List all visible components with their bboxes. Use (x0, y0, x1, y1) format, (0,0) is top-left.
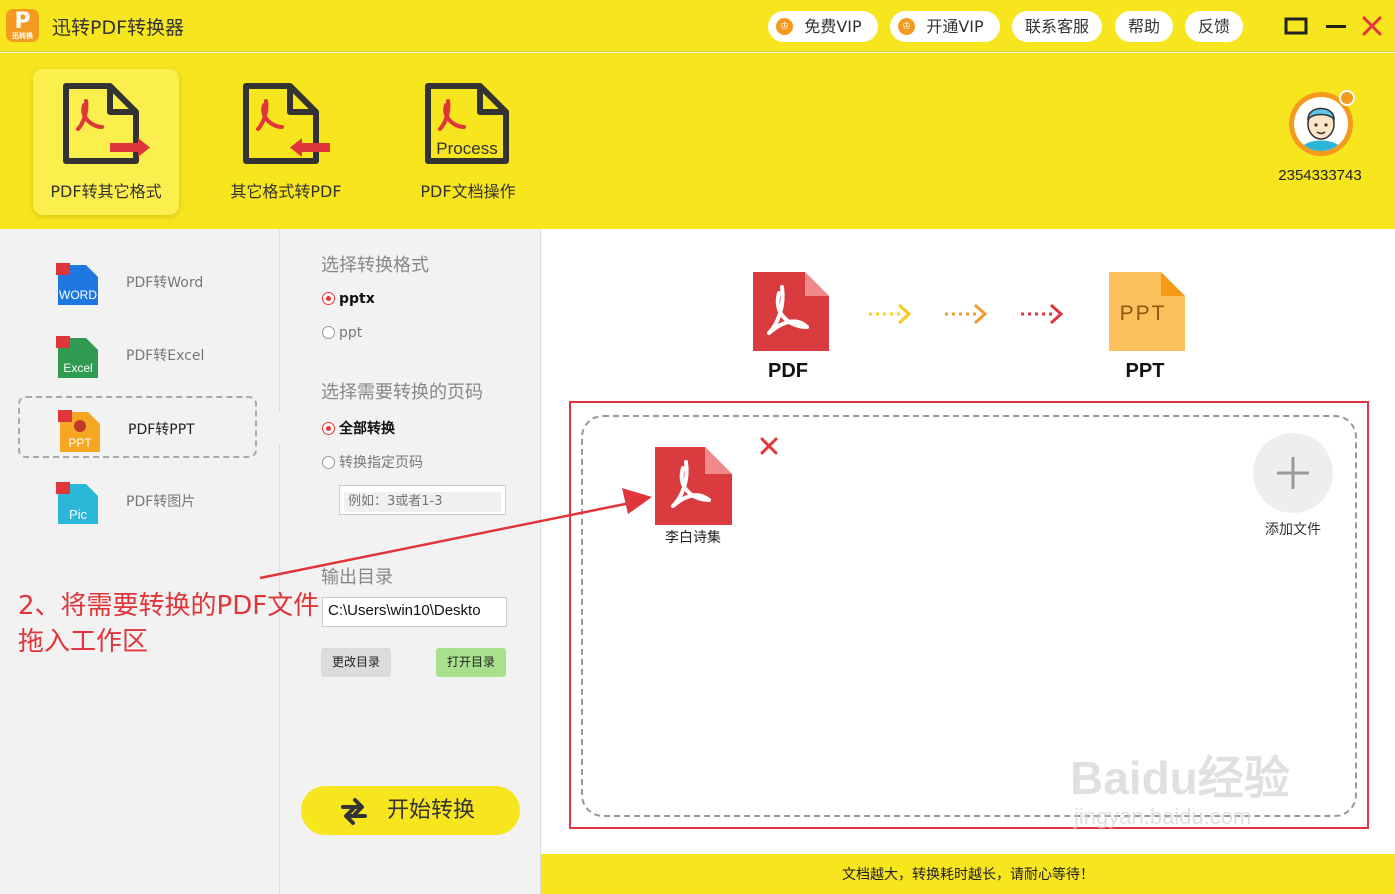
annotation-line: 2、将需要转换的PDF文件 (18, 591, 320, 621)
tool-pdf-operations[interactable]: Process PDF文档操作 (395, 69, 541, 215)
excel-icon-text: Excel (63, 361, 92, 375)
sidebar-item-label: PDF转图片 (126, 494, 196, 510)
app-title: 迅转PDF转换器 (52, 17, 185, 39)
watermark-brand: Baidu经验 (1070, 752, 1290, 804)
pages-heading: 选择需要转换的页码 (321, 382, 483, 403)
open-vip-button[interactable]: ♔ 开通VIP (890, 11, 1000, 42)
crown-icon: ♔ (776, 18, 793, 35)
title-bar: P 迅转换 迅转PDF转换器 ♔ 免费VIP ♔ 开通VIP 联系客服 帮助 反… (0, 0, 1395, 52)
tool-label: PDF转其它格式 (50, 182, 162, 201)
add-file-label: 添加文件 (1265, 522, 1321, 538)
page-radio-custom[interactable]: 转换指定页码 (322, 452, 423, 472)
open-dir-button[interactable]: 打开目录 (436, 648, 506, 677)
sidebar-item-excel[interactable]: Excel PDF转Excel (18, 324, 257, 386)
radio-icon (322, 326, 335, 339)
sidebar-item-word[interactable]: WORD PDF转Word (18, 251, 257, 313)
sidebar-item-ppt[interactable]: PPT PDF转PPT (18, 396, 257, 458)
convert-arrows-icon (341, 798, 367, 825)
pdf-import-icon (243, 83, 330, 164)
flow-arrows-icon (869, 303, 1064, 325)
support-button[interactable]: 联系客服 (1012, 11, 1102, 42)
minimize-icon[interactable] (1322, 12, 1350, 40)
watermark-url: jingyan.baidu.com (1074, 804, 1252, 829)
maximize-icon[interactable] (1282, 12, 1310, 40)
radio-checked-icon (322, 422, 335, 435)
file-name: 李白诗集 (665, 530, 721, 546)
tool-label: 其它格式转PDF (230, 182, 342, 201)
annotation-text: 2、将需要转换的PDF文件 拖入工作区 (18, 588, 319, 660)
tool-label: PDF文档操作 (420, 182, 516, 201)
pdf-large-icon (753, 272, 829, 351)
format-label: pptx (339, 291, 375, 307)
plus-icon (1277, 457, 1309, 489)
ppt-large-icon: PPT (1109, 272, 1185, 351)
open-vip-label: 开通VIP (926, 17, 984, 36)
pic-icon-text: Pic (69, 507, 88, 522)
watermark: Baidu经验 jingyan.baidu.com (1070, 742, 1290, 830)
format-label: ppt (339, 325, 363, 341)
word-file-icon: WORD (56, 263, 98, 305)
close-icon[interactable] (1358, 12, 1386, 40)
vip-badge-icon (1339, 90, 1355, 106)
help-button[interactable]: 帮助 (1115, 11, 1173, 42)
sidebar-item-label: PDF转Excel (126, 348, 205, 364)
feedback-button[interactable]: 反馈 (1185, 11, 1243, 42)
to-format-label: PPT (1125, 360, 1165, 382)
word-icon-text: WORD (59, 288, 97, 302)
page-range-input[interactable] (344, 491, 501, 512)
pdf-export-icon (63, 83, 150, 164)
avatar[interactable] (1289, 90, 1355, 156)
excel-file-icon: Excel (56, 336, 98, 378)
ppt-icon-text: PPT (68, 436, 92, 450)
app-logo-icon: P 迅转换 (6, 9, 39, 42)
app-logo-sub: 迅转换 (12, 32, 33, 40)
free-vip-label: 免费VIP (804, 17, 862, 36)
free-vip-button[interactable]: ♔ 免费VIP (768, 11, 878, 42)
start-convert-label: 开始转换 (387, 798, 476, 823)
image-file-icon: Pic (56, 482, 98, 524)
user-id: 2354333743 (1278, 167, 1362, 184)
ppt-large-icon-text: PPT (1120, 302, 1167, 325)
add-file-button[interactable] (1253, 433, 1333, 513)
format-heading: 选择转换格式 (321, 255, 429, 276)
options-panel: 选择转换格式 pptx ppt 选择需要转换的页码 全部转换 转换指定页码 输出… (280, 229, 541, 894)
avatar-face-icon (1294, 97, 1348, 151)
pdf-process-icon: Process (425, 83, 509, 164)
sidebar-item-label: PDF转Word (126, 275, 204, 291)
page-mode-label: 转换指定页码 (339, 455, 423, 471)
app-logo-letter: P (14, 9, 31, 34)
page-mode-label: 全部转换 (339, 421, 395, 437)
annotation-line: 拖入工作区 (18, 627, 149, 657)
sidebar: WORD PDF转Word Excel PDF转Excel PPT PDF转PP… (0, 229, 280, 894)
change-dir-button[interactable]: 更改目录 (321, 648, 391, 677)
format-radio-pptx[interactable]: pptx (322, 291, 375, 307)
tool-other-to-pdf[interactable]: 其它格式转PDF (213, 69, 359, 215)
sidebar-item-label: PDF转PPT (128, 422, 195, 438)
output-path-input[interactable]: C:\Users\win10\Deskto (322, 597, 507, 627)
sidebar-item-image[interactable]: Pic PDF转图片 (18, 470, 257, 532)
radio-checked-icon (322, 292, 335, 305)
start-convert-button[interactable]: 开始转换 (301, 786, 520, 835)
tool-pdf-to-other[interactable]: PDF转其它格式 (33, 69, 179, 215)
crown-icon: ♔ (898, 18, 915, 35)
process-icon-text: Process (436, 139, 497, 158)
from-format-label: PDF (768, 360, 808, 382)
page-range-field (339, 485, 506, 515)
output-heading: 输出目录 (321, 567, 393, 588)
main-toolbar: PDF转其它格式 其它格式转PDF Process PDF文档操作 235433… (0, 53, 1395, 229)
page-radio-all[interactable]: 全部转换 (322, 418, 395, 438)
format-radio-ppt[interactable]: ppt (322, 325, 362, 341)
status-bar: 文档越大，转换耗时越长，请耐心等待！ (541, 854, 1395, 894)
remove-file-icon[interactable] (759, 436, 779, 456)
ppt-file-icon: PPT (58, 410, 100, 452)
radio-icon (322, 456, 335, 469)
pdf-file-icon[interactable] (653, 446, 733, 526)
